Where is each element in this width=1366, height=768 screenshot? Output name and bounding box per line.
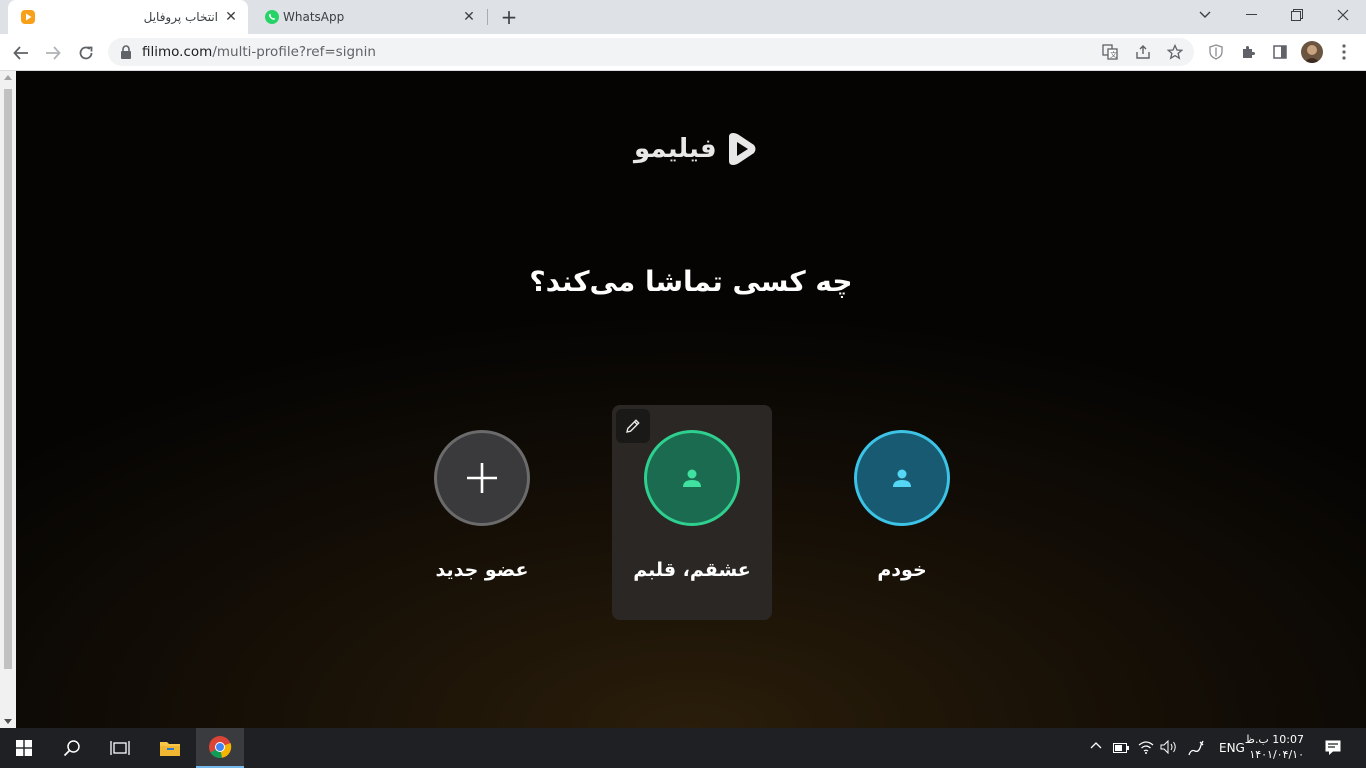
- whatsapp-icon: [265, 10, 279, 24]
- taskbar-clock[interactable]: 10:07 ب.ظ ۱۴۰۱/۰۴/۱۰: [1245, 732, 1304, 762]
- browser-toolbar: filimo.com/multi-profile?ref=signin 文: [0, 34, 1366, 71]
- close-tab-icon[interactable]: ✕: [222, 8, 240, 26]
- profile-avatar[interactable]: [854, 430, 950, 526]
- windows-start-icon[interactable]: [0, 728, 48, 768]
- file-explorer-icon[interactable]: [146, 728, 194, 768]
- user-icon: [683, 469, 701, 487]
- profile-card[interactable]: خودم: [822, 405, 982, 620]
- back-arrow-icon[interactable]: [8, 40, 34, 66]
- extensions-puzzle-icon[interactable]: [1238, 42, 1258, 62]
- menu-kebab-icon[interactable]: [1334, 42, 1354, 62]
- address-bar[interactable]: filimo.com/multi-profile?ref=signin 文: [108, 38, 1194, 66]
- notification-center-icon[interactable]: [1324, 739, 1342, 760]
- brand-name: فیلیمو: [634, 134, 717, 164]
- minimize-icon[interactable]: [1228, 0, 1274, 30]
- tab-filimo[interactable]: انتخاب پروفایل ✕: [8, 0, 248, 34]
- volume-icon[interactable]: [1160, 739, 1178, 757]
- scroll-up-icon[interactable]: [4, 75, 12, 80]
- pencil-icon: [626, 419, 640, 433]
- new-tab-button[interactable]: +: [498, 5, 520, 29]
- task-view-icon[interactable]: [96, 728, 144, 768]
- profile-name: عشقم، قلبم: [633, 559, 751, 581]
- battery-icon[interactable]: [1113, 742, 1129, 756]
- windows-taskbar: ENG 10:07 ب.ظ ۱۴۰۱/۰۴/۱۰: [0, 728, 1366, 768]
- url-text: filimo.com/multi-profile?ref=signin: [142, 44, 376, 60]
- wifi-icon[interactable]: [1138, 740, 1154, 757]
- tray-chevron-up-icon[interactable]: [1090, 738, 1102, 752]
- add-profile-card[interactable]: عضو جدید: [402, 405, 562, 620]
- chrome-taskbar-icon[interactable]: [196, 728, 244, 768]
- scroll-down-icon[interactable]: [4, 719, 12, 724]
- filimo-play-icon: [21, 10, 35, 24]
- tab-whatsapp[interactable]: WhatsApp ✕: [252, 0, 486, 34]
- page-scrollbar[interactable]: [0, 71, 16, 728]
- tab-search-chevron-icon[interactable]: [1182, 0, 1228, 30]
- page-title: چه کسی تماشا می‌کند؟: [529, 265, 853, 298]
- edit-profile-button[interactable]: [616, 409, 650, 443]
- translate-icon[interactable]: 文: [1100, 42, 1120, 62]
- profile-name: عضو جدید: [435, 559, 529, 581]
- plus-icon: [467, 463, 497, 493]
- clock-time: 10:07 ب.ظ: [1244, 733, 1304, 746]
- filimo-play-icon: [728, 133, 756, 165]
- profile-selection-page: فیلیمو چه کسی تماشا می‌کند؟ عضو جدید عشق…: [16, 71, 1366, 728]
- filimo-logo[interactable]: فیلیمو: [634, 129, 759, 169]
- search-icon[interactable]: [48, 728, 96, 768]
- pen-workspace-icon[interactable]: [1187, 739, 1205, 760]
- user-icon: [893, 469, 911, 487]
- close-tab-icon[interactable]: ✕: [460, 8, 478, 26]
- share-icon[interactable]: [1133, 42, 1153, 62]
- bookmark-star-icon[interactable]: [1165, 42, 1185, 62]
- profile-name: خودم: [877, 559, 927, 581]
- tab-separator: [487, 9, 488, 25]
- tab-title: WhatsApp: [283, 10, 345, 24]
- avatar[interactable]: [1301, 41, 1323, 63]
- restore-icon[interactable]: [1274, 0, 1320, 30]
- profile-card-selected[interactable]: عشقم، قلبم: [612, 405, 772, 620]
- reload-icon[interactable]: [73, 40, 99, 66]
- forward-arrow-icon[interactable]: [40, 40, 66, 66]
- add-profile-button[interactable]: [434, 430, 530, 526]
- profile-avatar[interactable]: [644, 430, 740, 526]
- shield-extension-icon[interactable]: [1206, 42, 1226, 62]
- language-indicator[interactable]: ENG: [1219, 741, 1245, 755]
- side-panel-icon[interactable]: [1270, 42, 1290, 62]
- clock-date: ۱۴۰۱/۰۴/۱۰: [1249, 748, 1304, 761]
- lock-icon[interactable]: [120, 45, 132, 59]
- close-window-icon[interactable]: [1320, 0, 1366, 30]
- svg-text:文: 文: [1110, 50, 1117, 59]
- scrollbar-thumb[interactable]: [4, 89, 12, 669]
- tab-title: انتخاب پروفایل: [143, 10, 218, 24]
- tab-strip: انتخاب پروفایل ✕ WhatsApp ✕ +: [0, 0, 1366, 34]
